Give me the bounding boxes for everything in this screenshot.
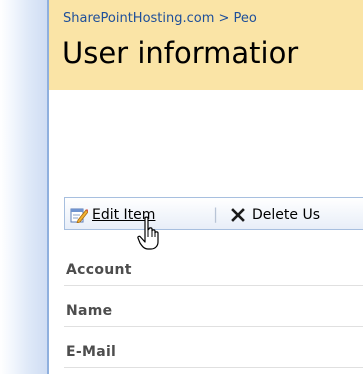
field-row-account: Account (64, 256, 363, 286)
delete-user-button[interactable]: Delete Us (230, 205, 320, 224)
edit-item-icon (70, 208, 88, 223)
page: SharePointHosting.com > Peo User informa… (0, 0, 363, 374)
title-area: SharePointHosting.com > Peo User informa… (49, 0, 363, 90)
left-navigation-rail (0, 0, 47, 374)
field-row-name: Name (64, 297, 363, 327)
field-label-email: E-Mail (66, 344, 117, 360)
page-title: User informatior (62, 36, 299, 70)
breadcrumb[interactable]: SharePointHosting.com > Peo (63, 11, 257, 26)
hand-pointer-icon (137, 216, 159, 250)
field-row-email: E-Mail (64, 338, 363, 368)
toolbar-separator: | (213, 205, 219, 223)
field-label-account: Account (66, 262, 132, 278)
field-label-name: Name (66, 303, 113, 319)
delete-x-icon (231, 207, 245, 222)
delete-user-label: Delete Us (252, 206, 320, 223)
item-toolbar: Edit Item | Delete Us (64, 197, 363, 230)
